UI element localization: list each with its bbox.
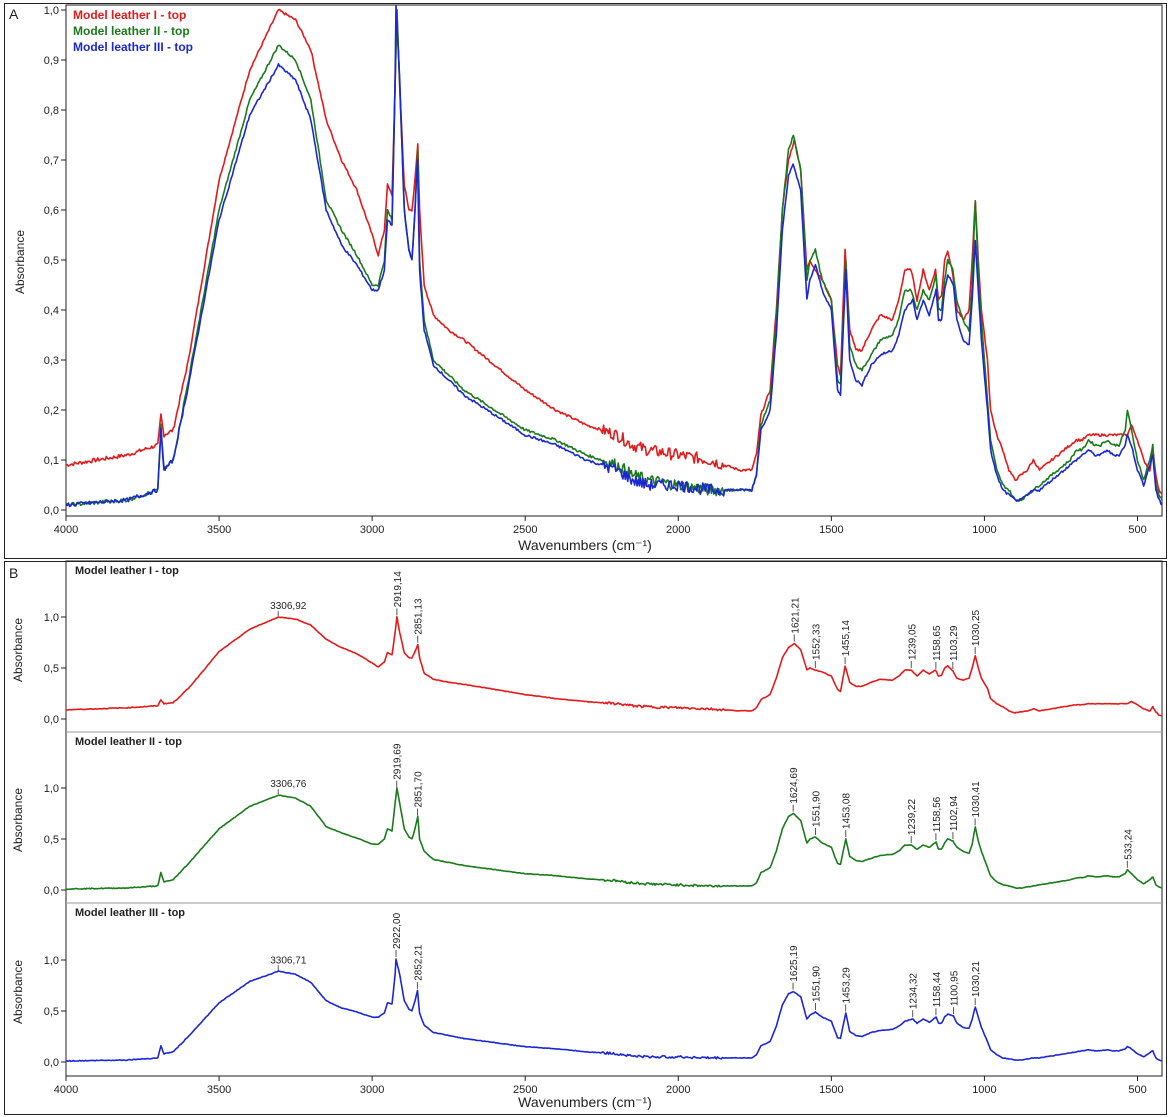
panel-b-border — [4, 561, 1167, 1115]
ytick-label: 0,9 — [44, 55, 59, 67]
figure: A Absorbance Wavenumbers (cm⁻¹) 0,00,10,… — [4, 3, 1167, 1115]
peak-label: 2919,14 — [393, 571, 404, 608]
xtick-label: 500 — [1128, 1084, 1146, 1096]
xtick-label: 3500 — [207, 1084, 231, 1096]
peak-label: 1030,25 — [971, 609, 982, 646]
ytick-label: 1,0 — [44, 5, 59, 17]
peak-label: 1551,90 — [811, 965, 822, 1002]
ytick-label: 0,7 — [44, 155, 59, 167]
xtick-label: 2000 — [666, 1084, 690, 1096]
panel-b-letter: B — [9, 565, 18, 581]
xticks-a: 4000 3500 3000 2500 2000 1500 1000 500 — [54, 516, 1147, 536]
peak-label: 1624,69 — [789, 767, 800, 804]
xtick-label: 3000 — [360, 1084, 384, 1096]
xtick-label: 3000 — [360, 524, 384, 536]
ylabel-b-series-i: Absorbance — [11, 618, 25, 682]
peak-label: 1102,94 — [949, 795, 960, 831]
ylabel-b-series-ii: Absorbance — [11, 788, 25, 852]
peak-label: 1158,65 — [932, 625, 943, 661]
peak-label: 1234,32 — [909, 973, 920, 1010]
ytick-label: 0,0 — [44, 714, 59, 726]
ytick-label: 0,4 — [44, 305, 59, 317]
peak-label: 1103,29 — [949, 625, 960, 661]
peak-label: 1455,14 — [841, 620, 852, 657]
ytick-label: 0,8 — [44, 105, 59, 117]
peak-label: 1621,21 — [790, 597, 801, 634]
legend-a: Model leather I - top Model leather II -… — [73, 8, 193, 54]
ytick-label: 0,5 — [44, 255, 59, 267]
peak-label: 3306,76 — [270, 779, 307, 790]
peak-label: 2922,00 — [392, 912, 403, 949]
peak-label: 3306,92 — [270, 601, 307, 612]
ytick-label: 0,5 — [44, 834, 59, 846]
ylabel-b-series-iii: Absorbance — [11, 960, 25, 1024]
peak-label: 1239,05 — [907, 623, 918, 660]
xtick-label: 1000 — [972, 1084, 996, 1096]
peak-label: 2851,70 — [414, 771, 425, 808]
spectra-a — [65, 4, 1163, 508]
subplot-title-series-i: Model leather I - top — [75, 565, 179, 577]
ytick-label: 1,0 — [44, 612, 59, 624]
ytick-label: 1,0 — [44, 783, 59, 795]
spectra-b — [65, 616, 1163, 1063]
ytick-label: 0,0 — [44, 885, 59, 897]
peak-label: 3306,71 — [270, 955, 307, 966]
peak-label: 2852,21 — [413, 944, 424, 981]
ytick-label: 0,5 — [44, 663, 59, 675]
xtick-label: 3500 — [207, 524, 231, 536]
series-line-a-1 — [65, 8, 1163, 496]
peak-label: 1552,33 — [811, 623, 822, 660]
xlabel-a: Wavenumbers (cm⁻¹) — [518, 537, 652, 553]
series-line-b-1 — [65, 616, 1163, 717]
yticks-a: 0,0 0,1 0,2 0,3 0,4 0,5 0,6 0,7 0,8 0,9 1,0 — [44, 5, 66, 517]
series-line-b-2 — [65, 787, 1163, 891]
peak-label: 1453,29 — [842, 967, 853, 1004]
subplot-title-series-ii: Model leather II - top — [75, 736, 182, 748]
ytick-label: 1,0 — [44, 955, 59, 967]
plot-area-b — [65, 560, 1163, 1077]
xtick-label: 2000 — [666, 524, 690, 536]
xtick-label: 4000 — [54, 1084, 78, 1096]
panel-b: B Model leather I - top Model leather II… — [4, 560, 1167, 1115]
panel-a: A Absorbance Wavenumbers (cm⁻¹) 0,00,10,… — [4, 3, 1167, 559]
peak-labels-b: 3306,92 2919,14 2851,13 1621,21 1552,33 1455,… — [270, 571, 1134, 1018]
peak-label: 1453,08 — [842, 793, 853, 830]
ytick-label: 0,6 — [44, 205, 59, 217]
peak-label: 1030,41 — [971, 781, 982, 818]
peak-label: 2919,69 — [393, 743, 404, 780]
peak-label: 2851,13 — [414, 598, 425, 635]
peak-label: 1625,19 — [789, 945, 800, 982]
xticks-b: 4000 3500 3000 2500 2000 1500 1000 500 — [54, 1076, 1147, 1096]
peak-label: 1551,90 — [811, 790, 822, 827]
panel-a-border — [4, 3, 1167, 559]
xtick-label: 2500 — [513, 1084, 537, 1096]
series-line-b-3 — [65, 958, 1163, 1063]
legend-item-series-ii: Model leather II - top — [73, 24, 190, 38]
ytick-label: 0,3 — [44, 355, 59, 367]
ytick-label: 0,0 — [44, 505, 59, 517]
xtick-label: 2500 — [513, 524, 537, 536]
peak-label: 533,24 — [1123, 829, 1134, 860]
peak-label: 1030,21 — [971, 961, 982, 998]
ytick-label: 0,1 — [44, 455, 59, 467]
legend-item-series-iii: Model leather III - top — [73, 40, 193, 54]
peak-label: 1100,95 — [950, 970, 961, 1006]
panel-a-letter: A — [9, 6, 19, 22]
xtick-label: 1500 — [819, 1084, 843, 1096]
peak-label: 1158,56 — [932, 796, 943, 832]
legend-item-series-i: Model leather I - top — [73, 8, 186, 22]
subplot-title-series-iii: Model leather III - top — [75, 907, 185, 919]
peak-label: 1158,44 — [932, 971, 943, 1007]
yticks-b: 0,0 0,5 1,0 0,0 0,5 1,0 0,0 0,5 1,0 — [44, 612, 66, 1069]
xtick-label: 1000 — [972, 524, 996, 536]
ytick-label: 0,5 — [44, 1006, 59, 1018]
xtick-label: 500 — [1128, 524, 1146, 536]
ytick-label: 0,0 — [44, 1057, 59, 1069]
ytick-label: 0,2 — [44, 405, 59, 417]
xlabel-b: Wavenumbers (cm⁻¹) — [518, 1094, 652, 1110]
peak-label: 1239,22 — [907, 799, 918, 836]
ylabel-a: Absorbance — [13, 230, 27, 294]
xtick-label: 4000 — [54, 524, 78, 536]
xtick-label: 1500 — [819, 524, 843, 536]
